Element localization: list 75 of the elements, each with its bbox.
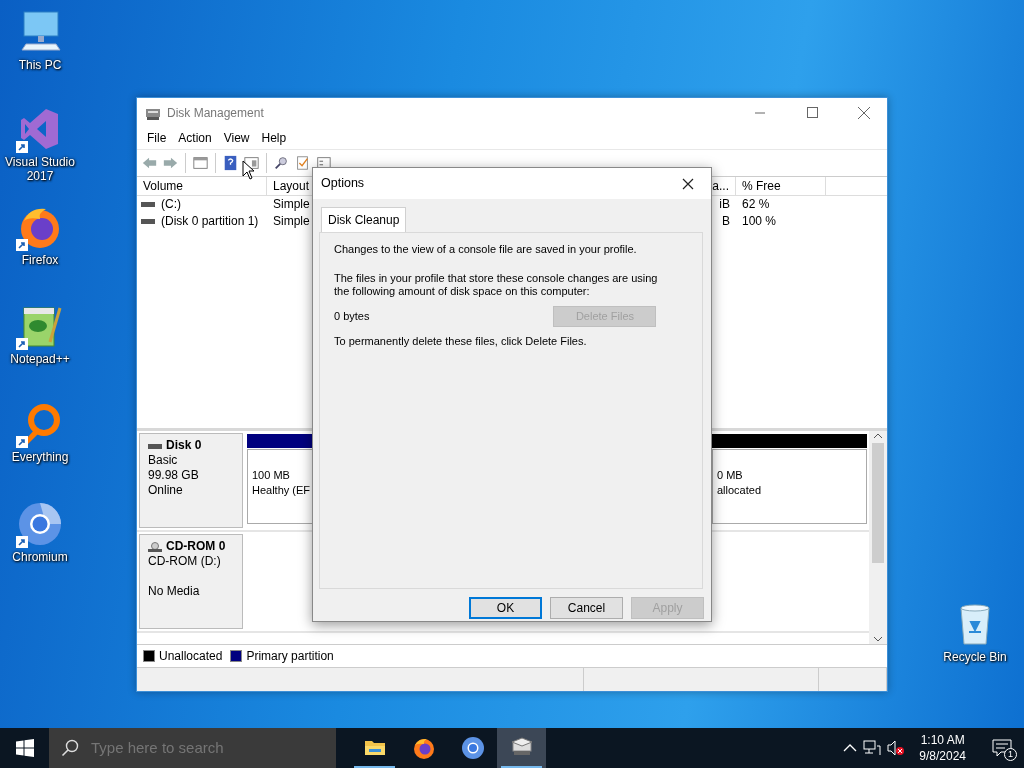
- info-text: Changes to the view of a console file are saved in your profile.: [334, 243, 638, 256]
- chromium-logo-icon[interactable]: [16, 500, 64, 548]
- magnifier-icon[interactable]: [273, 155, 290, 171]
- mouse-pointer-icon: [242, 160, 254, 180]
- disk-label-panel[interactable]: Disk 0 Basic 99.98 GB Online: [139, 433, 243, 528]
- icon-label[interactable]: Recycle Bin: [943, 650, 1007, 664]
- dialog-button[interactable]: OK: [469, 597, 542, 619]
- partition-size: 100 MB: [252, 468, 291, 483]
- drive-icon: [141, 201, 155, 208]
- legend-item: Primary partition: [246, 648, 334, 665]
- time-text: 1:10 AM: [919, 732, 966, 748]
- menu-item[interactable]: Action: [172, 129, 218, 147]
- partition-box[interactable]: 0 MB allocated: [712, 449, 867, 524]
- dialog-title: Options: [321, 175, 365, 193]
- dialog-button[interactable]: Cancel: [550, 597, 623, 619]
- message-icon: [992, 739, 1012, 758]
- disk-info: Basic: [148, 453, 179, 468]
- maximize-icon: [806, 107, 818, 118]
- table-cell: iB: [719, 197, 730, 211]
- drive-icon: [141, 218, 155, 225]
- disk-info: No Media: [148, 584, 201, 599]
- disk-info: Online: [148, 483, 184, 498]
- menu-item[interactable]: Help: [255, 129, 293, 147]
- icon-label[interactable]: Notepad++: [10, 352, 70, 366]
- icon-label[interactable]: Visual Studio 2017: [0, 155, 80, 183]
- table-cell: Simple: [273, 197, 310, 211]
- cd-drive-icon: [148, 541, 162, 552]
- search-box[interactable]: Type here to search: [49, 728, 336, 768]
- legend-item: Unallocated: [159, 648, 223, 665]
- window-title: Disk Management: [167, 104, 265, 122]
- column-header[interactable]: % Free: [736, 177, 826, 195]
- table-cell: B: [722, 214, 730, 228]
- scroll-down-icon[interactable]: [873, 634, 883, 644]
- help-icon[interactable]: [222, 155, 239, 171]
- close-icon: [858, 106, 870, 119]
- disk-name: CD-ROM 0: [166, 539, 226, 554]
- partition-size: 0 MB: [717, 468, 744, 483]
- disk-name: Disk 0: [166, 438, 202, 453]
- disk-info: 99.98 GB: [148, 468, 200, 483]
- menu-item[interactable]: File: [141, 129, 173, 147]
- icon-label[interactable]: Firefox: [21, 253, 59, 267]
- disk-info: CD-ROM (D:): [148, 554, 222, 569]
- minimize-icon: [755, 111, 765, 114]
- info-text: To permanently delete these files, click Delete Files.: [334, 335, 588, 348]
- table-cell: 100 %: [742, 214, 777, 228]
- disk-space-value: 0 bytes: [334, 310, 370, 323]
- menu-item[interactable]: View: [217, 129, 256, 147]
- partition-status: Healthy (EF: [252, 483, 310, 498]
- date-text: 9/8/2024: [919, 748, 966, 764]
- notification-button[interactable]: 1: [980, 728, 1024, 768]
- icon-label[interactable]: Chromium: [12, 550, 68, 564]
- taskbar-app-button[interactable]: [497, 728, 546, 768]
- clock[interactable]: 1:10 AM 9/8/2024: [911, 732, 974, 764]
- scrollbar[interactable]: [869, 431, 887, 644]
- scroll-up-icon[interactable]: [873, 431, 883, 441]
- table-cell: Simple: [273, 214, 310, 228]
- info-text: The files in your profile that store these console changes are using the following amount of disk space on this computer:: [334, 272, 659, 298]
- partition-status: allocated: [717, 483, 763, 498]
- windows-logo-icon: [15, 739, 34, 757]
- icon-label[interactable]: Everything: [11, 450, 69, 464]
- fox-globe-icon: [411, 736, 436, 760]
- speaker-muted-icon[interactable]: [887, 740, 906, 756]
- table-cell: (Disk 0 partition 1): [161, 213, 259, 230]
- icon-label[interactable]: This PC: [18, 58, 62, 72]
- tab[interactable]: Disk Cleanup: [321, 207, 407, 232]
- table-cell: 62 %: [742, 197, 770, 211]
- chromium-logo-icon: [460, 736, 485, 760]
- search-field[interactable]: Type here to search: [89, 735, 309, 761]
- notification-count: 1: [1004, 748, 1017, 762]
- network-icon[interactable]: [863, 740, 882, 756]
- checklist-icon[interactable]: [294, 155, 311, 171]
- chevron-up-icon[interactable]: [843, 743, 858, 753]
- search-icon: [61, 739, 79, 757]
- disk-label-panel[interactable]: CD-ROM 0 CD-ROM (D:) No Media: [139, 534, 243, 629]
- table-cell: (C:): [161, 196, 181, 213]
